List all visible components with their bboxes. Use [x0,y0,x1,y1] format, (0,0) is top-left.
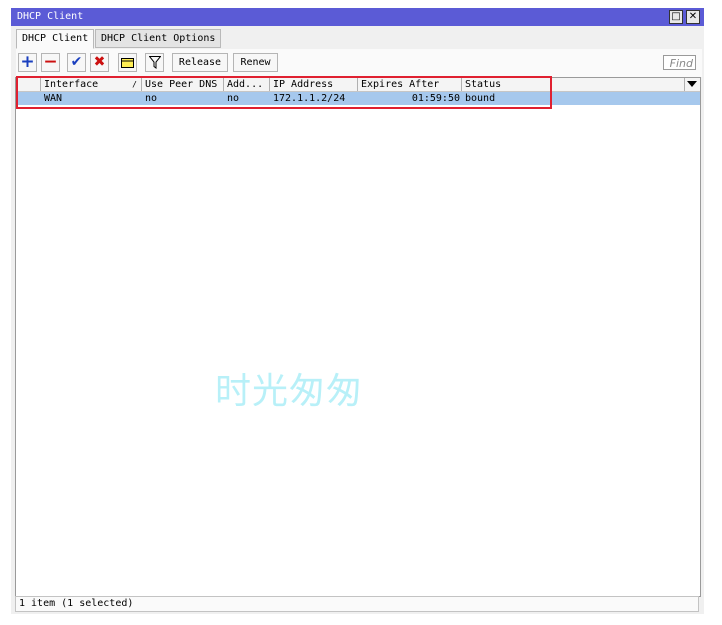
dhcp-client-table: Interface / Use Peer DNS Add... IP Addre… [15,77,701,597]
maximize-icon[interactable]: □ [669,10,683,24]
note-icon [121,58,134,68]
watermark-text: 时光匆匆 [215,371,364,412]
close-icon[interactable]: ✕ [686,10,700,24]
toolbar: + − ✔ ✖ Release Renew Find [16,49,702,77]
plus-icon: + [20,52,35,72]
add-button[interactable]: + [18,53,37,72]
check-icon: ✔ [70,54,83,70]
status-bar: 1 item (1 selected) [15,596,699,612]
remove-button[interactable]: − [41,53,60,72]
window-title: DHCP Client [17,11,84,22]
column-chooser-button[interactable] [684,78,700,91]
find-input[interactable]: Find [663,55,696,70]
title-bar[interactable]: DHCP Client □ ✕ [11,8,704,26]
comment-button[interactable] [118,53,137,72]
minus-icon: − [43,52,58,72]
dropdown-arrow-icon [687,81,697,87]
enable-button[interactable]: ✔ [67,53,86,72]
tab-dhcp-client[interactable]: DHCP Client [16,29,95,49]
tab-dhcp-client-options[interactable]: DHCP Client Options [95,29,222,48]
disable-button[interactable]: ✖ [90,53,109,72]
release-button[interactable]: Release [172,53,228,72]
filter-funnel-icon [147,56,162,69]
x-icon: ✖ [93,54,106,70]
renew-button[interactable]: Renew [233,53,278,72]
filter-button[interactable] [145,53,164,72]
annotation-highlight-box [16,76,552,109]
